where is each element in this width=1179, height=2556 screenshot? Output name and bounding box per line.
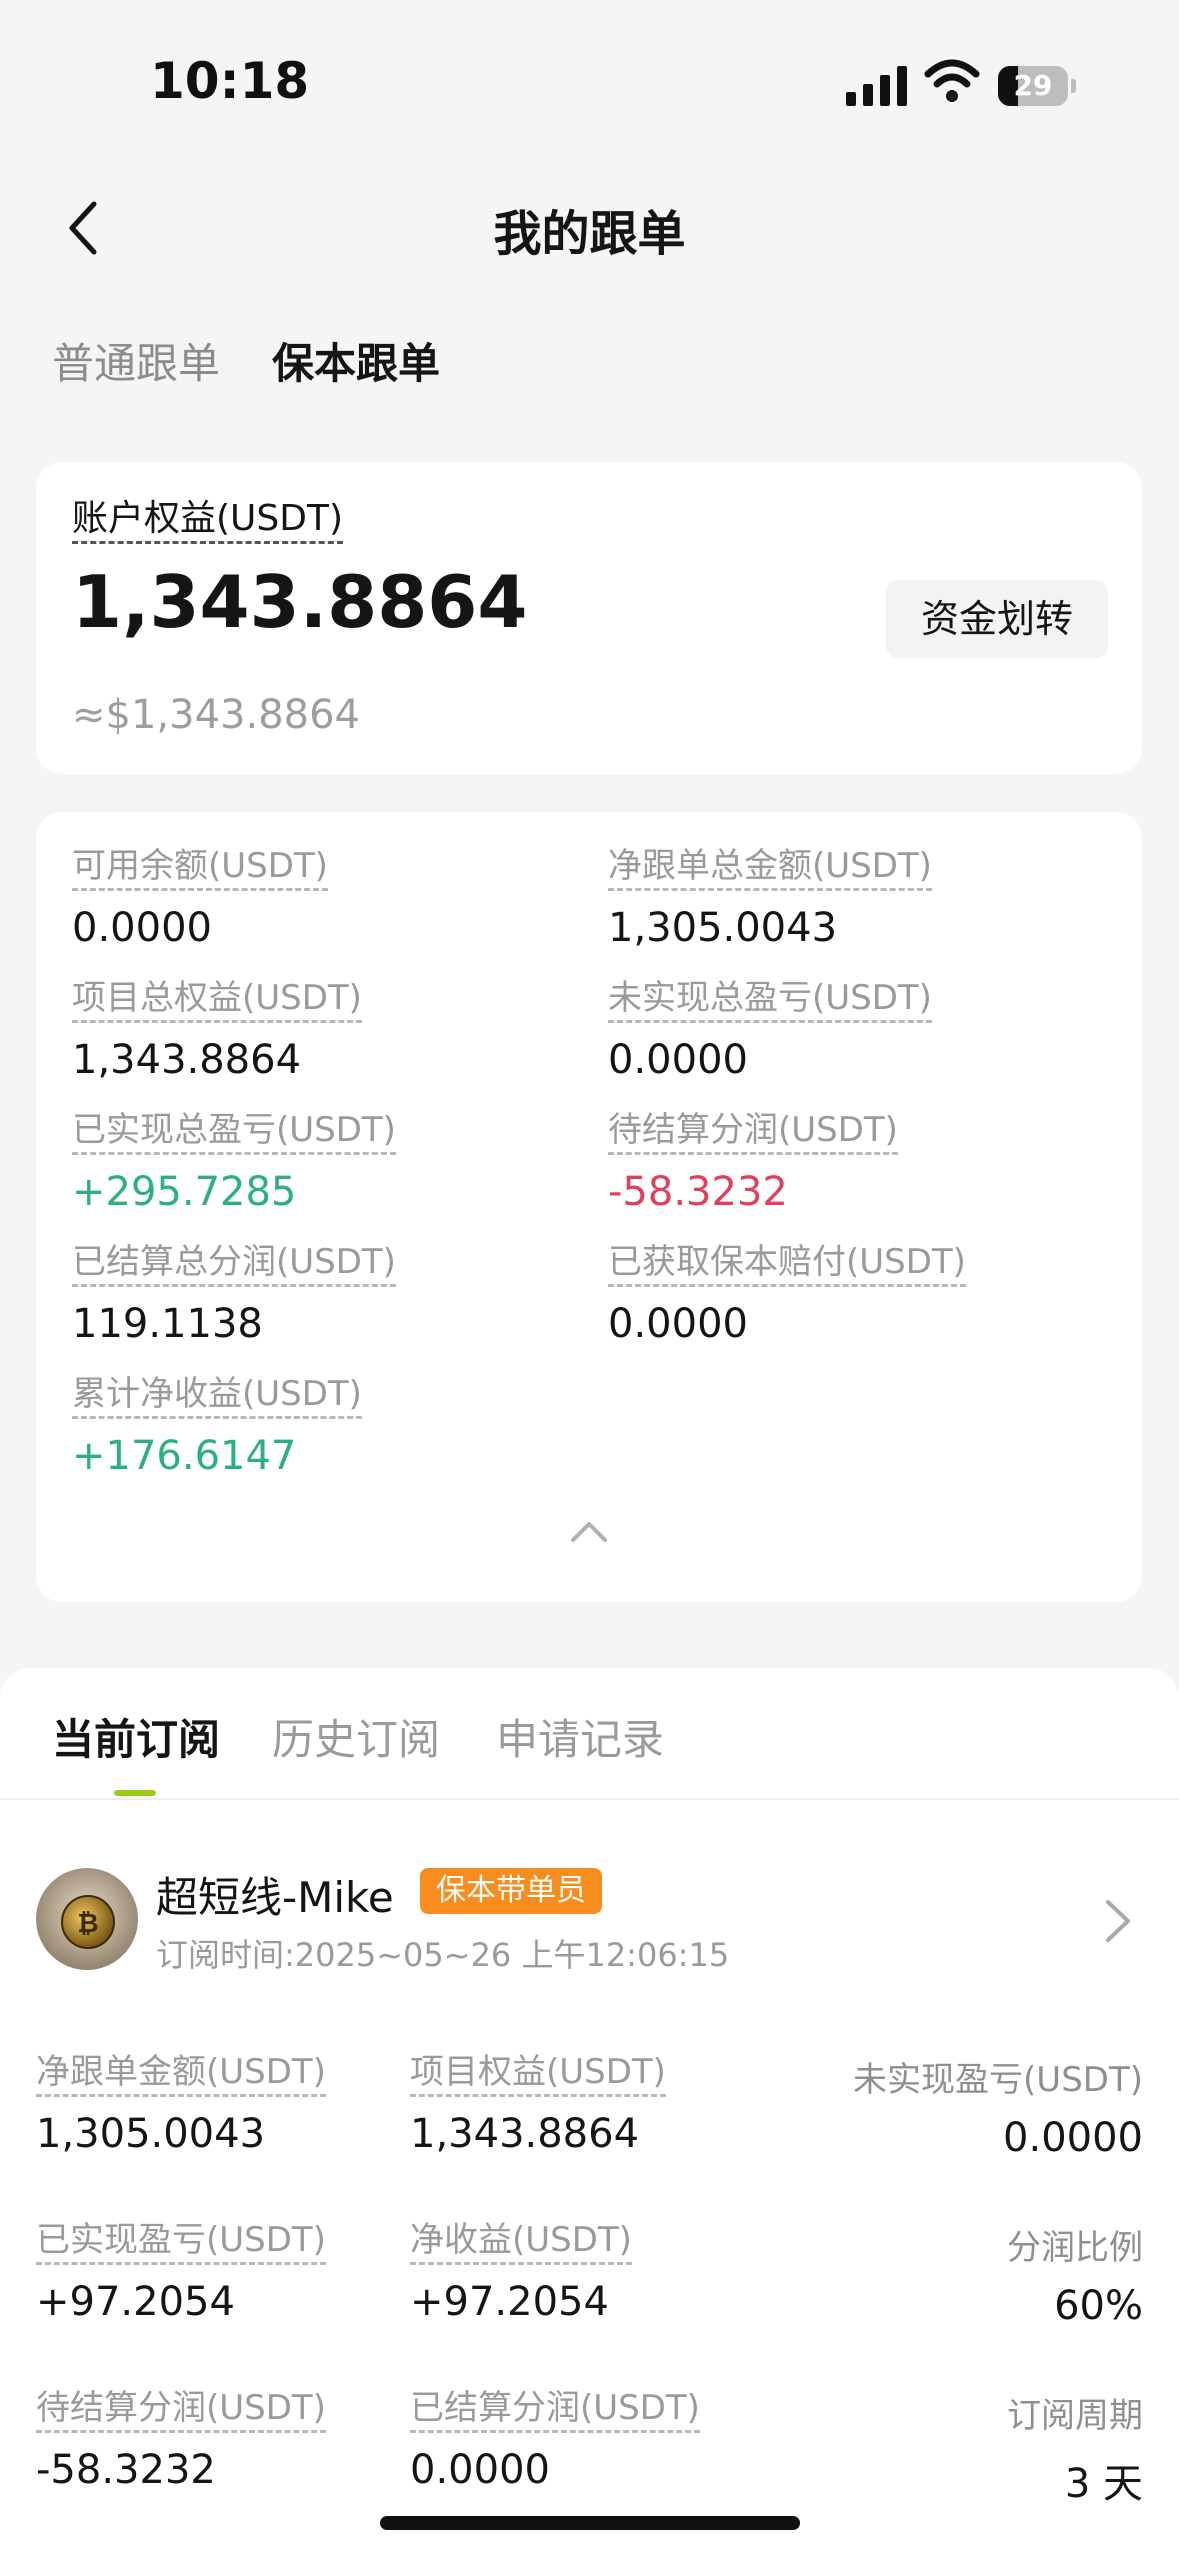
stat-net-copy-amount: 净跟单总金额(USDT) 1,305.0043: [608, 846, 932, 952]
trader-avatar[interactable]: ₿: [36, 1868, 138, 1970]
status-time: 10:18: [150, 52, 310, 110]
cellular-signal-icon: [846, 66, 907, 106]
battery-percent: 29: [1013, 69, 1053, 102]
tab-current-subscription[interactable]: 当前订阅: [52, 1706, 220, 1767]
stat-realized-pnl: 已实现总盈亏(USDT) +295.7285: [72, 1110, 396, 1216]
active-tab-indicator: [114, 1790, 156, 1796]
detail-subscription-period: 订阅周期 3 天: [1007, 2396, 1143, 2507]
stat-pending-profit-share: 待结算分润(USDT) -58.3232: [608, 1110, 898, 1216]
subscription-end-value: 2025-05-29 上午12:06:15: [714, 2546, 1143, 2556]
stat-unrealized-pnl: 未实现总盈亏(USDT) 0.0000: [608, 978, 932, 1084]
svg-text:₿: ₿: [77, 1909, 98, 1939]
detail-net-profit: 净收益(USDT) +97.2054: [410, 2220, 632, 2326]
detail-profit-share-ratio: 分润比例 60%: [1007, 2228, 1143, 2329]
detail-unrealized-pnl: 未实现盈亏(USDT) 0.0000: [853, 2060, 1143, 2161]
equity-label[interactable]: 账户权益(USDT): [72, 498, 344, 545]
page: 10:18 29 我的跟单 普通跟单 保本跟单 账户权益(USDT) 1,343…: [0, 0, 1179, 2556]
equity-card: 账户权益(USDT) 1,343.8864 ≈$1,343.8864 资金划转: [36, 462, 1142, 774]
detail-settled-profit-share: 已结算分润(USDT) 0.0000: [410, 2388, 700, 2494]
detail-net-copy-amount: 净跟单金额(USDT) 1,305.0043: [36, 2052, 326, 2158]
detail-realized-pnl: 已实现盈亏(USDT) +97.2054: [36, 2220, 326, 2326]
stat-available-balance: 可用余额(USDT) 0.0000: [72, 846, 328, 952]
chevron-up-icon[interactable]: [569, 1516, 609, 1546]
subscriptions-sheet: 当前订阅 历史订阅 申请记录 ₿ 超短线-Mike 保本带单员 订阅时间:202…: [0, 1668, 1179, 2556]
stat-cumulative-net-profit: 累计净收益(USDT) +176.6147: [72, 1374, 362, 1480]
stat-settled-profit-share: 已结算总分润(USDT) 119.1138: [72, 1242, 396, 1348]
equity-approx-usd: ≈$1,343.8864: [72, 692, 360, 738]
stat-guarantee-compensation: 已获取保本赔付(USDT) 0.0000: [608, 1242, 966, 1348]
detail-project-equity: 项目权益(USDT) 1,343.8864: [410, 2052, 666, 2158]
equity-value: 1,343.8864: [72, 560, 528, 644]
tab-application-records[interactable]: 申请记录: [496, 1706, 664, 1767]
detail-pending-profit-share: 待结算分润(USDT) -58.3232: [36, 2388, 326, 2494]
stats-card: 可用余额(USDT) 0.0000 净跟单总金额(USDT) 1,305.004…: [36, 812, 1142, 1602]
subscription-end-label: 订阅结束时间: [36, 2546, 240, 2556]
page-title: 我的跟单: [493, 206, 686, 262]
fund-transfer-button[interactable]: 资金划转: [886, 580, 1108, 658]
home-indicator[interactable]: [380, 2516, 800, 2530]
divider: [0, 1798, 1179, 1800]
subscription-time: 订阅时间:2025~05~26 上午12:06:15: [156, 1936, 730, 1974]
wifi-icon: [924, 59, 980, 102]
tab-normal-copy[interactable]: 普通跟单: [52, 330, 220, 391]
tab-history-subscription[interactable]: 历史订阅: [272, 1706, 440, 1767]
chevron-right-icon[interactable]: [1104, 1898, 1132, 1944]
tab-guaranteed-copy[interactable]: 保本跟单: [272, 330, 440, 391]
stat-project-equity: 项目总权益(USDT) 1,343.8864: [72, 978, 362, 1084]
battery-icon: 29: [998, 66, 1076, 106]
guaranteed-leader-badge: 保本带单员: [420, 1868, 602, 1914]
trader-name[interactable]: 超短线-Mike: [156, 1864, 394, 1925]
